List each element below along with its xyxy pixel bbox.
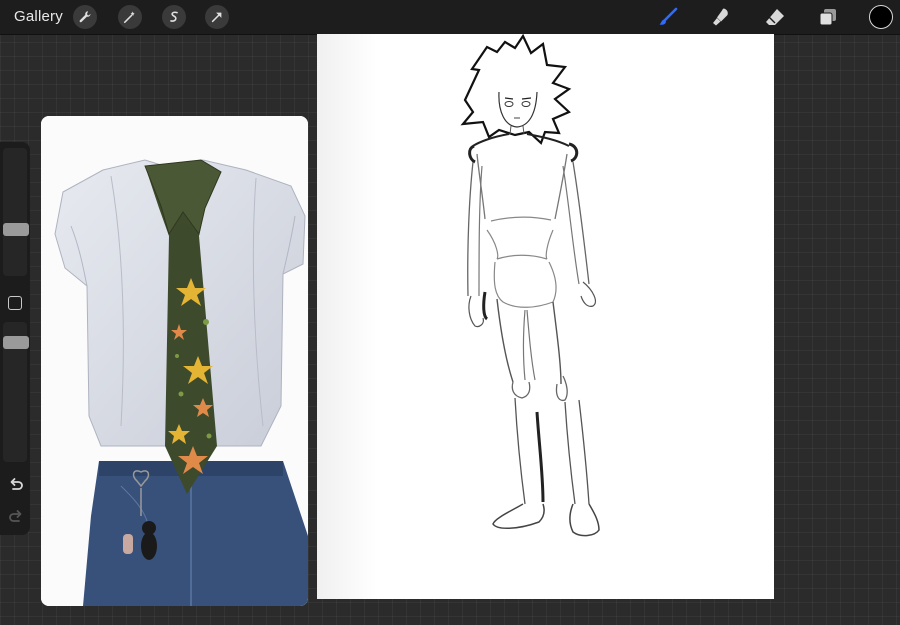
transform-button[interactable] [205, 5, 229, 29]
eraser-tool-button[interactable] [762, 4, 788, 30]
sidebar [0, 142, 30, 535]
layers-icon [819, 9, 836, 26]
brush-size-slider[interactable] [3, 148, 27, 276]
brush-icon [659, 7, 678, 25]
redo-icon[interactable] [7, 508, 25, 526]
wrench-icon [79, 11, 91, 23]
color-picker-button[interactable] [869, 5, 893, 29]
drawing-canvas[interactable] [317, 33, 774, 599]
top-toolbar: Gallery [0, 0, 900, 35]
selection-button[interactable] [162, 5, 186, 29]
gallery-button[interactable]: Gallery [14, 8, 63, 25]
eraser-icon [766, 9, 784, 25]
selection-icon [170, 11, 178, 22]
undo-icon[interactable] [7, 476, 25, 494]
transform-arrow-icon [211, 12, 222, 23]
magic-wand-icon [123, 11, 135, 24]
opacity-slider-thumb[interactable] [3, 336, 29, 350]
adjustments-button[interactable] [118, 5, 142, 29]
actions-wrench-button[interactable] [73, 5, 97, 29]
layers-button[interactable] [815, 4, 841, 30]
figure-sketch [460, 33, 600, 537]
reference-image [41, 116, 308, 606]
smudge-tool-button[interactable] [708, 4, 734, 30]
reference-image-window[interactable] [41, 116, 308, 606]
modify-button[interactable] [8, 296, 22, 310]
canvas-shadow [317, 34, 377, 599]
brush-size-slider-thumb[interactable] [3, 222, 29, 236]
smudge-icon [713, 8, 728, 26]
brush-tool-button[interactable] [655, 4, 681, 30]
